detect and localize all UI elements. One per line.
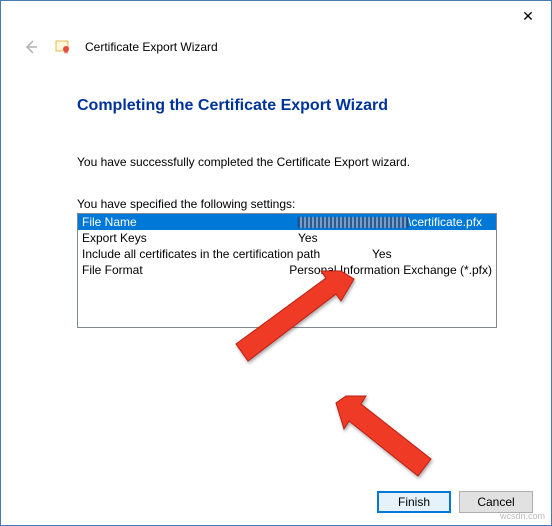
wizard-footer: Finish Cancel	[377, 491, 533, 513]
settings-value: Personal Information Exchange (*.pfx)	[289, 262, 492, 278]
cancel-button[interactable]: Cancel	[459, 491, 533, 513]
settings-row-exportkeys[interactable]: Export Keys Yes	[78, 230, 496, 246]
close-button[interactable]: ✕	[505, 1, 551, 31]
wizard-content: Completing the Certificate Export Wizard…	[1, 67, 551, 328]
page-heading: Completing the Certificate Export Wizard	[77, 97, 513, 115]
finish-button[interactable]: Finish	[377, 491, 451, 513]
wizard-title: Certificate Export Wizard	[85, 40, 218, 54]
annotation-arrow-2	[331, 391, 441, 491]
settings-key: File Format	[82, 262, 289, 278]
settings-value: \certificate.pfx	[298, 214, 492, 230]
settings-row-includeall[interactable]: Include all certificates in the certific…	[78, 246, 496, 262]
settings-key: File Name	[82, 214, 298, 230]
success-message: You have successfully completed the Cert…	[77, 155, 513, 169]
redacted-path	[298, 217, 408, 228]
settings-row-filename[interactable]: File Name \certificate.pfx	[78, 214, 496, 230]
watermark: wcsdn.com	[500, 511, 545, 521]
wizard-header: Certificate Export Wizard	[1, 37, 551, 67]
settings-value: Yes	[298, 230, 492, 246]
back-arrow-icon	[21, 37, 41, 57]
settings-row-fileformat[interactable]: File Format Personal Information Exchang…	[78, 262, 496, 278]
titlebar: ✕	[1, 1, 551, 37]
settings-key: Export Keys	[82, 230, 298, 246]
settings-label: You have specified the following setting…	[77, 197, 513, 211]
settings-key: Include all certificates in the certific…	[82, 246, 372, 262]
certificate-icon	[55, 39, 71, 55]
settings-value: Yes	[372, 246, 492, 262]
settings-list[interactable]: File Name \certificate.pfx Export Keys Y…	[77, 213, 497, 328]
wizard-window: ✕ Certificate Export Wizard Completing t…	[0, 0, 552, 526]
